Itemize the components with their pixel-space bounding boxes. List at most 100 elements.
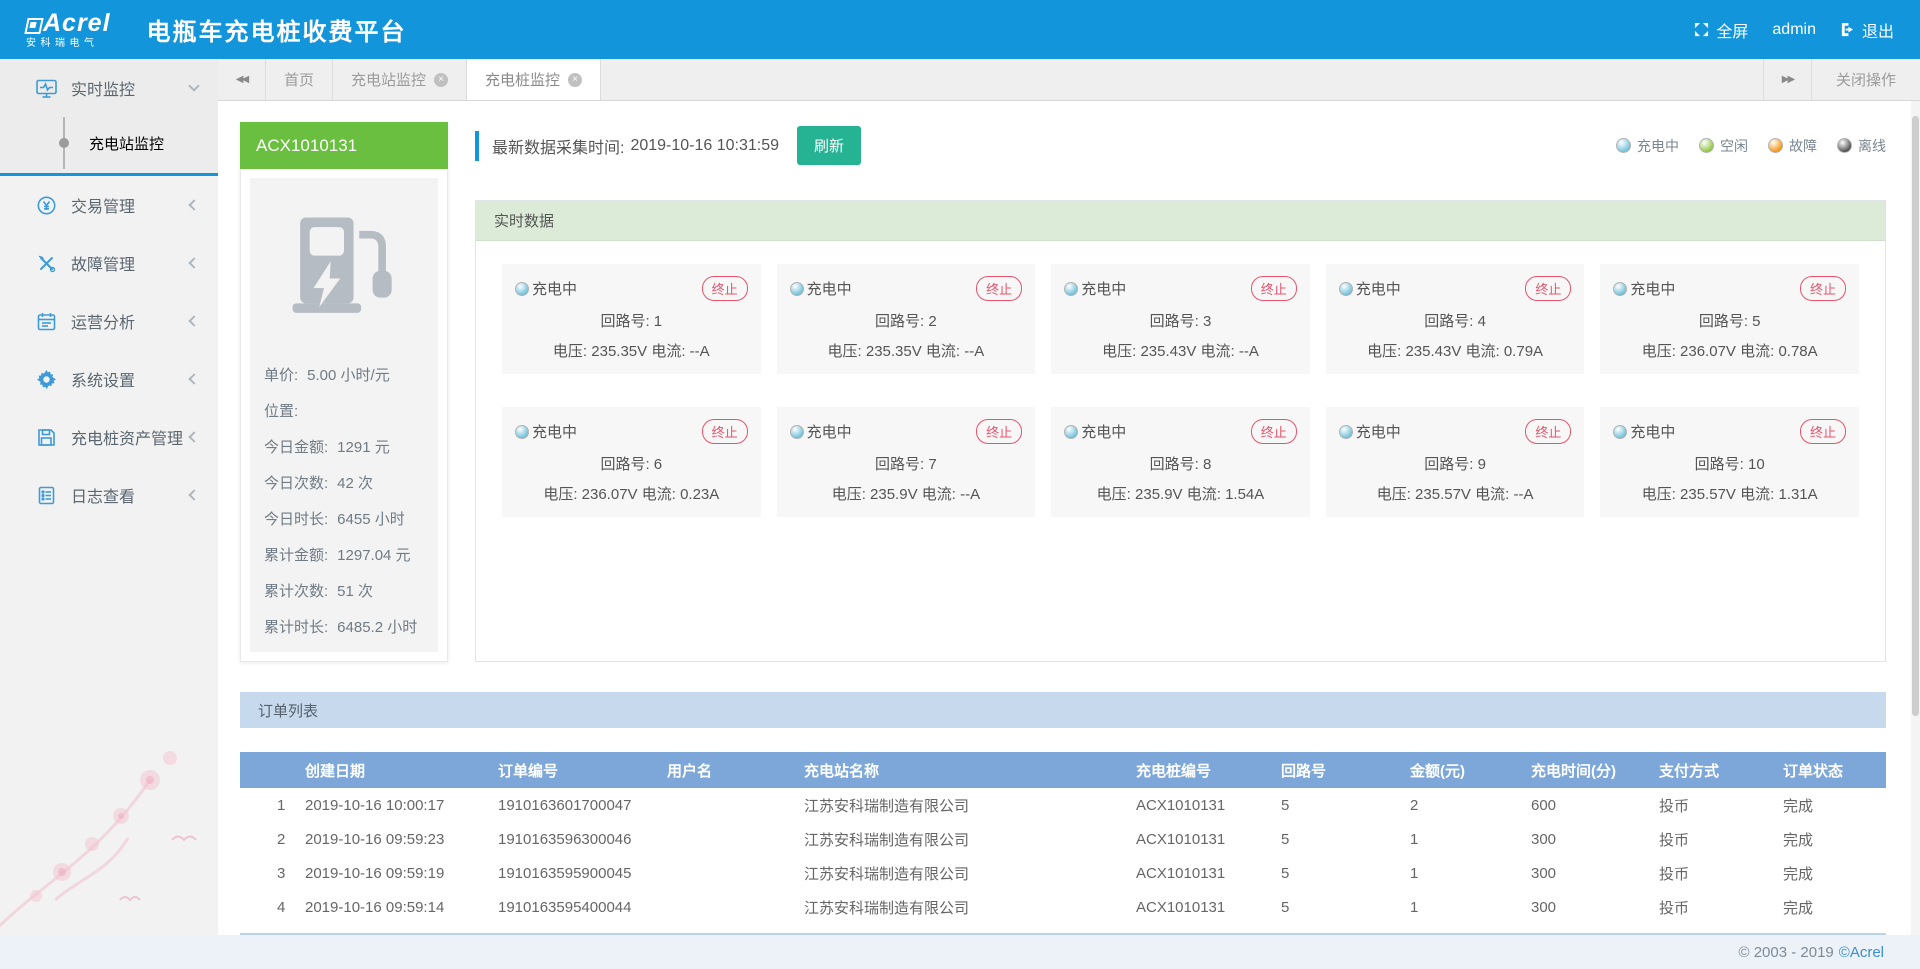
circuit-number-line: 回路号: 6 — [515, 453, 748, 474]
circuit-measurements-line: 电压: 235.35V 电流: --A — [515, 340, 748, 361]
collection-info-row: 最新数据采集时间: 2019-10-16 10:31:59 刷新 充电中空闲故障… — [475, 122, 1886, 169]
logout-button[interactable]: 退出 — [1840, 18, 1894, 42]
circuit-card: 充电中终止回路号: 5电压: 236.07V 电流: 0.78A — [1600, 264, 1859, 374]
circuit-number-line: 回路号: 4 — [1339, 310, 1572, 331]
status-dot-icon — [790, 425, 804, 439]
terminate-button[interactable]: 终止 — [1525, 276, 1571, 301]
table-cell: 1 — [1410, 890, 1531, 924]
tab-2[interactable]: 充电桩监控× — [467, 59, 601, 100]
table-cell: 5 — [1281, 856, 1410, 890]
circuit-card: 充电中终止回路号: 3电压: 235.43V 电流: --A — [1051, 264, 1310, 374]
stat-label: 累计时长: — [264, 616, 328, 637]
user-menu[interactable]: admin — [1772, 21, 1816, 39]
table-cell: 1910163596300046 — [498, 822, 667, 856]
close-operations-button[interactable]: 关闭操作 — [1811, 59, 1920, 100]
circuit-measurements-line: 电压: 236.07V 电流: 0.23A — [515, 483, 748, 504]
table-row[interactable]: 42019-10-16 09:59:141910163595400044江苏安科… — [240, 890, 1886, 924]
orders-column-header: 用户名 — [667, 752, 804, 788]
station-stat-row: 位置: — [264, 400, 424, 421]
footer: © 2003 - 2019 ©Acrel — [0, 935, 1920, 969]
table-cell: 投币 — [1659, 856, 1783, 890]
fullscreen-label: 全屏 — [1716, 18, 1748, 42]
terminate-button[interactable]: 终止 — [702, 419, 748, 444]
table-row[interactable]: 52019-10-16 09:57:351910163585500043江苏安科… — [240, 924, 1886, 933]
sidebar-group: 运营分析 — [0, 292, 218, 350]
sidebar-item-5[interactable]: 充电桩资产管理 — [0, 408, 218, 466]
terminate-button[interactable]: 终止 — [1251, 419, 1297, 444]
stat-label: 今日时长: — [264, 508, 328, 529]
refresh-button[interactable]: 刷新 — [797, 126, 861, 165]
tabs: 首页充电站监控×充电桩监控× — [266, 59, 601, 100]
sidebar-item-0[interactable]: 实时监控 — [0, 59, 218, 117]
vertical-scrollbar[interactable] — [1911, 101, 1920, 935]
terminate-button[interactable]: 终止 — [976, 276, 1022, 301]
scrollbar-thumb[interactable] — [1912, 116, 1919, 716]
legend-label: 故障 — [1789, 136, 1817, 156]
terminate-button[interactable]: 终止 — [976, 419, 1022, 444]
tab-close-icon[interactable]: × — [434, 73, 448, 87]
tab-0[interactable]: 首页 — [266, 59, 333, 100]
table-cell: 江苏安科瑞制造有限公司 — [804, 822, 1136, 856]
circuit-number-line: 回路号: 10 — [1613, 453, 1846, 474]
orders-panel-title: 订单列表 — [240, 692, 1886, 728]
orders-header-row: 创建日期订单编号用户名充电站名称充电桩编号回路号金额(元)充电时间(分)支付方式… — [240, 752, 1886, 788]
page-title: 电瓶车充电桩收费平台 — [147, 12, 407, 47]
sidebar-menu: 实时监控充电站监控交易管理故障管理运营分析系统设置充电桩资产管理日志查看 — [0, 59, 218, 524]
table-cell — [667, 822, 804, 856]
username: admin — [1772, 21, 1816, 39]
stat-label: 今日次数: — [264, 472, 328, 493]
sidebar-item-2[interactable]: 故障管理 — [0, 234, 218, 292]
terminate-button[interactable]: 终止 — [1251, 276, 1297, 301]
sidebar-group: 交易管理 — [0, 176, 218, 234]
monitor-icon — [34, 79, 58, 98]
logout-label: 退出 — [1862, 18, 1894, 42]
sidebar-item-6[interactable]: 日志查看 — [0, 466, 218, 524]
table-cell: 江苏安科瑞制造有限公司 — [804, 788, 1136, 822]
sidebar-item-4[interactable]: 系统设置 — [0, 350, 218, 408]
table-row[interactable]: 32019-10-16 09:59:191910163595900045江苏安科… — [240, 856, 1886, 890]
table-cell: 5 — [1281, 822, 1410, 856]
tab-close-icon[interactable]: × — [568, 73, 582, 87]
terminate-button[interactable]: 终止 — [702, 276, 748, 301]
tabs-scroll-right-button[interactable]: ▶▶ — [1763, 59, 1811, 100]
sidebar-item-label: 系统设置 — [71, 367, 135, 391]
table-cell: 2 — [240, 822, 305, 856]
chevron-left-icon — [188, 315, 199, 326]
acrel-logo[interactable]: Acrel 安科瑞电气 — [26, 11, 111, 49]
table-cell: 完成 — [1783, 924, 1886, 933]
app-root: Acrel 安科瑞电气 电瓶车充电桩收费平台 全屏 admin 退出 — [0, 0, 1920, 969]
terminate-button[interactable]: 终止 — [1800, 419, 1846, 444]
stat-label: 累计次数: — [264, 580, 328, 601]
sidebar-subitem-0-0[interactable]: 充电站监控 — [0, 117, 218, 169]
orders-column-header: 创建日期 — [305, 752, 498, 788]
stat-value: 42 次 — [337, 472, 373, 493]
chevron-left-icon — [188, 199, 199, 210]
sidebar-group: 充电桩资产管理 — [0, 408, 218, 466]
table-cell: 1910163595900045 — [498, 856, 667, 890]
table-cell: 1 — [1410, 856, 1531, 890]
terminate-button[interactable]: 终止 — [1800, 276, 1846, 301]
table-cell: ACX1010131 — [1136, 924, 1281, 933]
circuit-number-line: 回路号: 7 — [790, 453, 1023, 474]
table-row[interactable]: 22019-10-16 09:59:231910163596300046江苏安科… — [240, 822, 1886, 856]
sidebar-item-1[interactable]: 交易管理 — [0, 176, 218, 234]
orders-column-header: 支付方式 — [1659, 752, 1783, 788]
orders-column-header: 订单状态 — [1783, 752, 1886, 788]
sidebar-item-3[interactable]: 运营分析 — [0, 292, 218, 350]
orders-column-header: 订单编号 — [498, 752, 667, 788]
table-cell: 1 — [240, 788, 305, 822]
table-cell: 完成 — [1783, 822, 1886, 856]
terminate-button[interactable]: 终止 — [1525, 419, 1571, 444]
footer-brand-link[interactable]: ©Acrel — [1839, 944, 1884, 961]
table-cell: 2019-10-16 09:59:14 — [305, 890, 498, 924]
logout-icon — [1840, 22, 1855, 37]
transaction-icon — [34, 196, 58, 215]
realtime-panel-title: 实时数据 — [476, 201, 1885, 241]
table-cell — [667, 924, 804, 933]
fullscreen-button[interactable]: 全屏 — [1694, 18, 1748, 42]
tab-1[interactable]: 充电站监控× — [333, 59, 467, 100]
tabs-scroll-left-button[interactable]: ◀◀ — [218, 59, 266, 100]
station-panel: 单价:5.00 小时/元位置:今日金额:1291 元今日次数:42 次今日时长:… — [250, 178, 438, 652]
legend-item: 故障 — [1768, 136, 1817, 156]
table-row[interactable]: 12019-10-16 10:00:171910163601700047江苏安科… — [240, 788, 1886, 822]
